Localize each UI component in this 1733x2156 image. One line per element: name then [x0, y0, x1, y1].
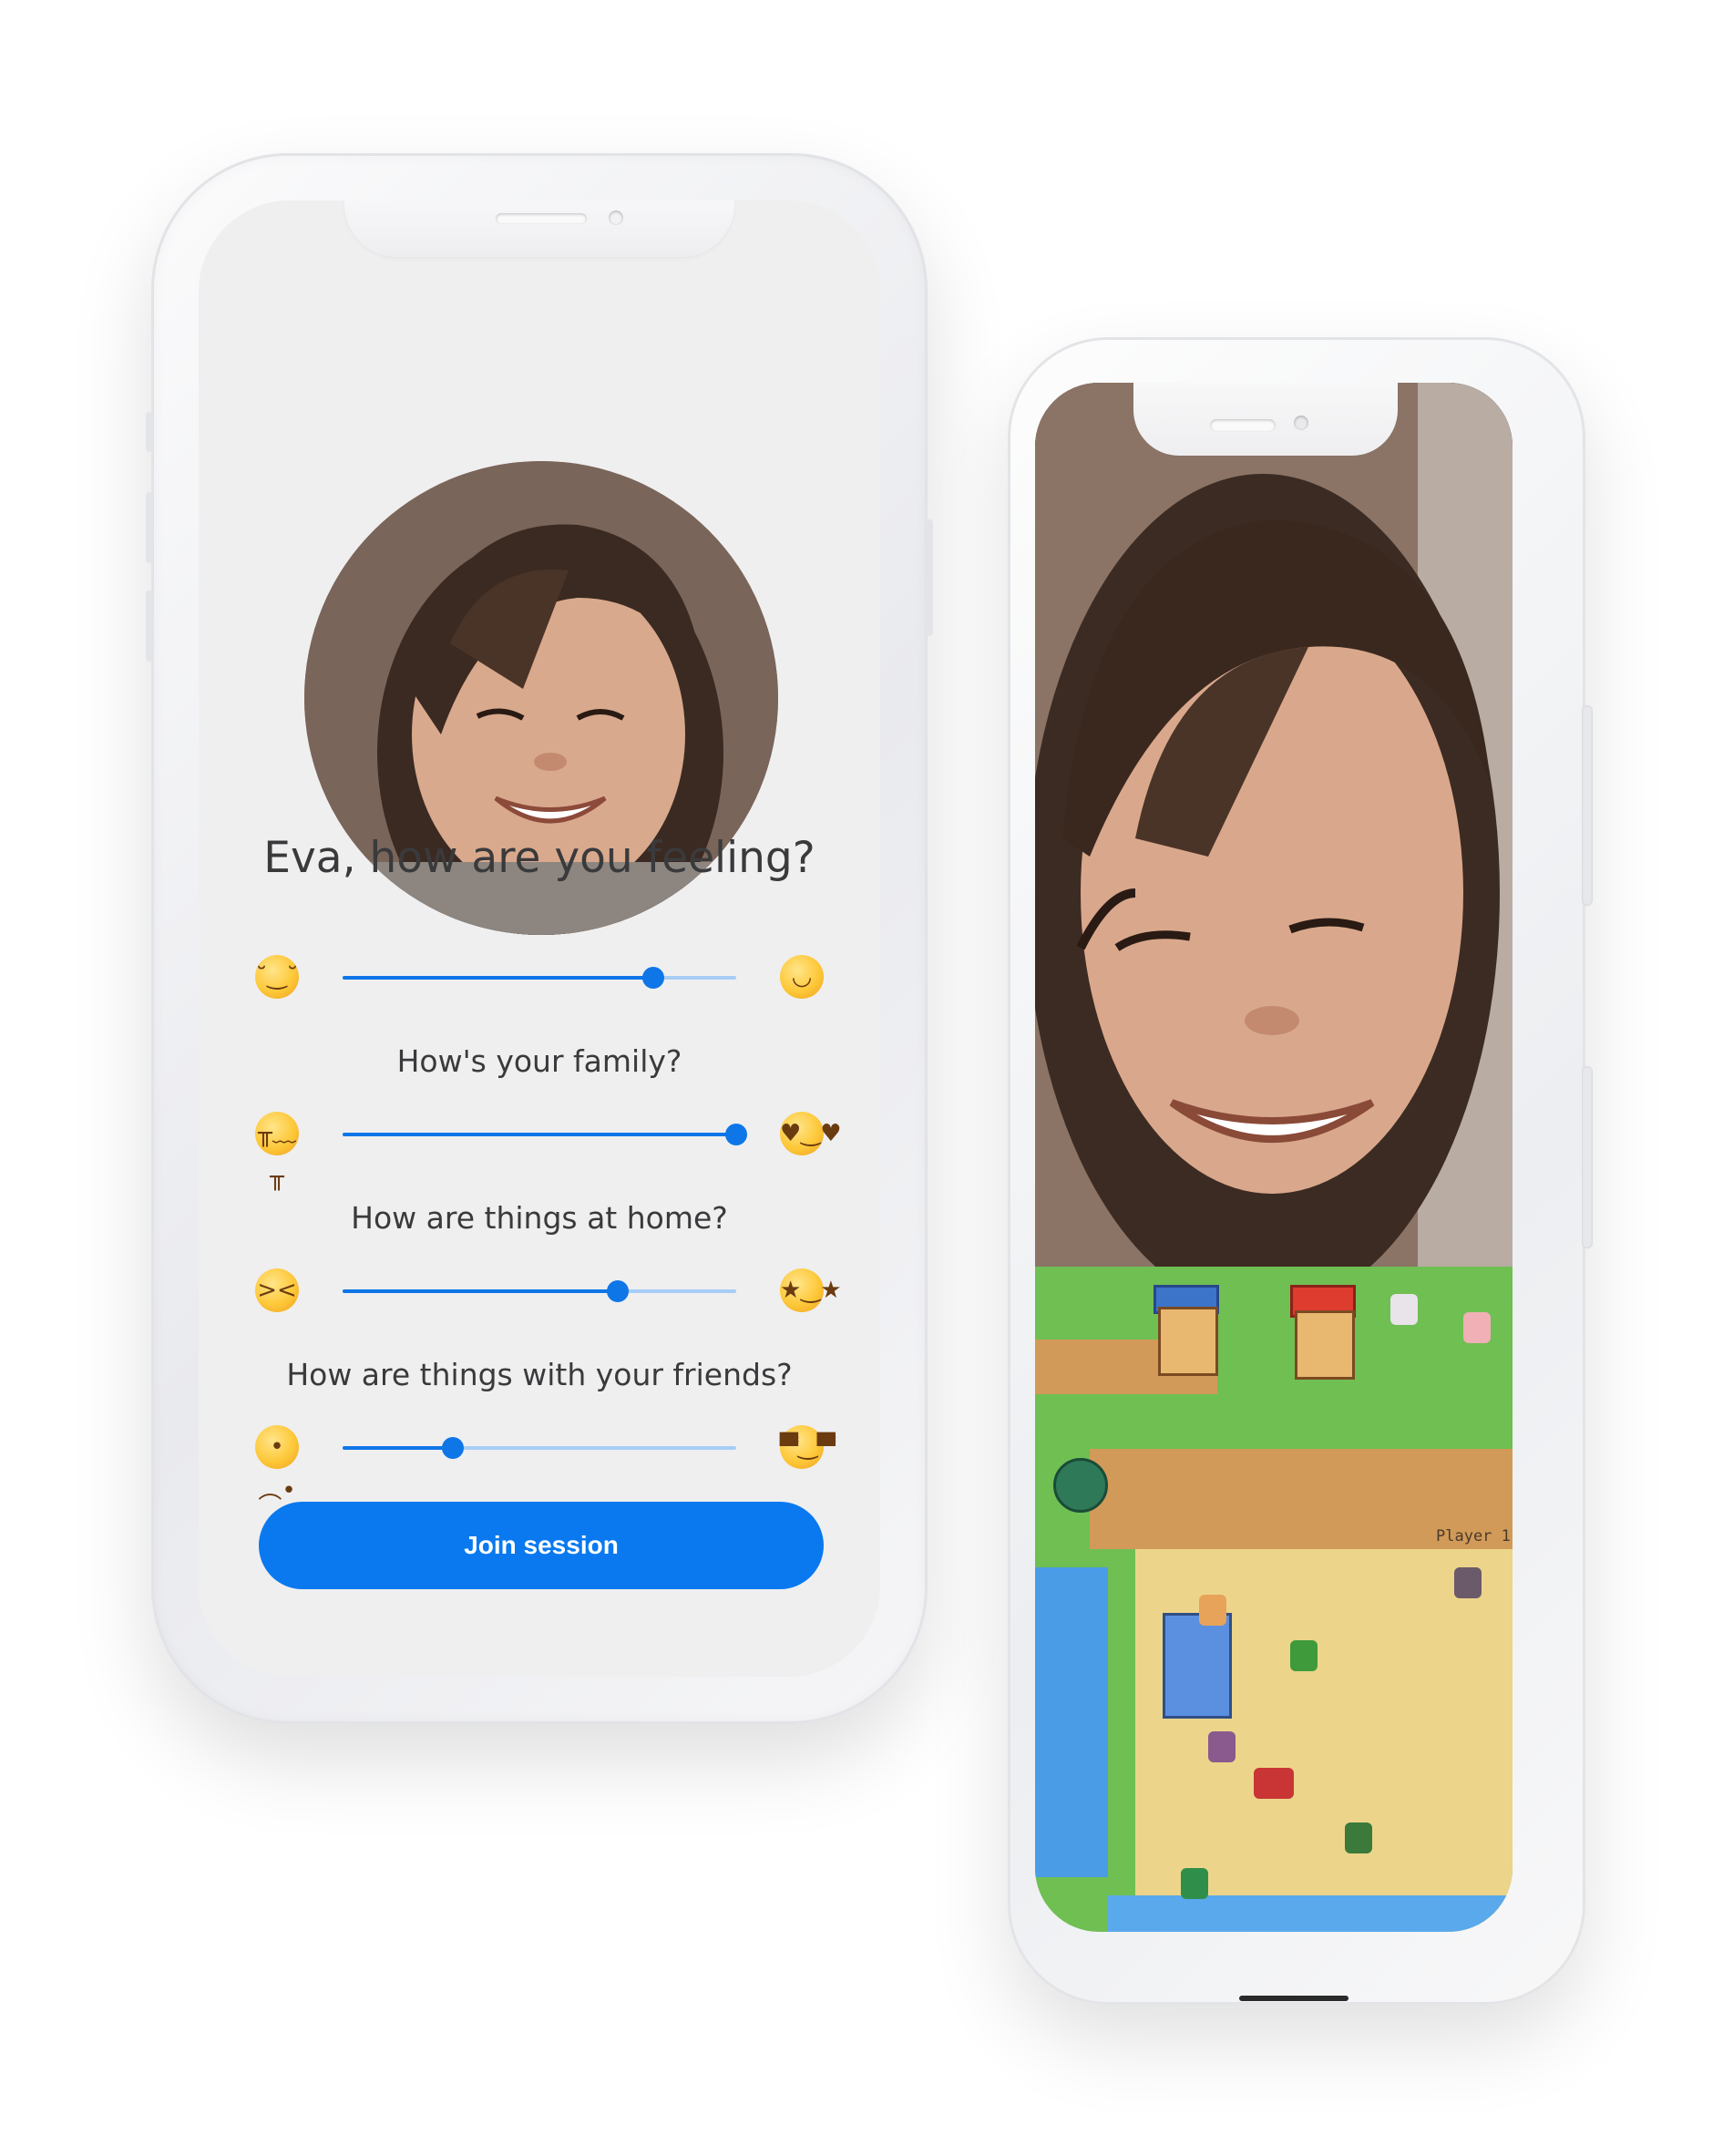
phone-right: Player 1	[1008, 337, 1593, 2005]
home-question: How are things at home?	[351, 1200, 728, 1236]
family-slider[interactable]: ╥﹏╥ ♥‿♥	[255, 1106, 842, 1191]
volume-up-button	[146, 492, 153, 563]
crying-face-icon: ╥﹏╥	[255, 1112, 299, 1191]
crab-character	[1254, 1768, 1294, 1799]
npc-character	[1199, 1595, 1226, 1626]
side-button	[1582, 1066, 1593, 1248]
frog-character	[1290, 1640, 1318, 1671]
pleading-face-icon: •︵•	[255, 1425, 299, 1504]
join-session-button[interactable]: Join session	[259, 1502, 824, 1589]
notch	[1133, 383, 1398, 456]
heart-eyes-face-icon: ♥‿♥	[780, 1112, 842, 1155]
turtle-character	[1345, 1822, 1372, 1853]
sea	[1108, 1895, 1513, 1932]
slider-fill	[343, 1446, 453, 1450]
notch	[344, 200, 734, 257]
power-button	[1582, 705, 1593, 906]
friends-slider[interactable]: •︵• ▀̿‿▀̿	[255, 1420, 836, 1504]
slider-fill	[343, 1133, 736, 1136]
pixel-game-view[interactable]: Player 1	[1035, 1267, 1513, 1932]
tired-face-icon: ><	[255, 1268, 299, 1312]
video-call-feed	[1035, 383, 1513, 1312]
slider-thumb[interactable]	[725, 1124, 747, 1145]
slider-track[interactable]	[343, 1437, 736, 1459]
pig-character	[1463, 1312, 1491, 1343]
family-question: How's your family?	[396, 1043, 682, 1079]
volume-down-button	[146, 590, 153, 662]
home-indicator	[1239, 1996, 1348, 2001]
speaker-grille	[1210, 419, 1276, 432]
slider-thumb[interactable]	[642, 967, 665, 989]
player-character[interactable]	[1454, 1567, 1482, 1598]
barn	[1295, 1310, 1355, 1380]
slider-thumb[interactable]	[441, 1437, 464, 1459]
front-camera	[609, 210, 623, 225]
feeling-slider[interactable]: ˘‿˘ ◡	[255, 950, 824, 1004]
friends-question: How are things with your friends?	[286, 1357, 793, 1392]
feeling-title: Eva, how are you feeling?	[263, 833, 815, 883]
cow-character	[1390, 1294, 1418, 1325]
slider-track[interactable]	[343, 967, 736, 989]
ping-pong-table	[1163, 1613, 1232, 1719]
slider-fill	[343, 976, 654, 980]
npc-character	[1208, 1731, 1236, 1762]
slider-track[interactable]	[343, 1124, 747, 1145]
tree	[1053, 1458, 1108, 1513]
house	[1158, 1307, 1218, 1376]
power-button	[926, 519, 933, 636]
mute-switch	[146, 412, 153, 452]
sunglasses-face-icon: ▀̿‿▀̿	[780, 1425, 836, 1469]
front-camera	[1294, 416, 1308, 430]
pensive-face-icon: ˘‿˘	[255, 955, 299, 999]
slider-fill	[343, 1289, 619, 1293]
star-struck-face-icon: ★‿★	[780, 1268, 842, 1312]
child-video-portrait	[1035, 383, 1513, 1312]
speaker-grille	[496, 213, 587, 224]
home-slider[interactable]: >< ★‿★	[255, 1263, 842, 1318]
dino-character	[1181, 1868, 1208, 1899]
river	[1035, 1567, 1108, 1877]
feelings-screen: Eva, how are you feeling? ˘‿˘ ◡ How's yo…	[199, 200, 880, 1677]
grinning-face-icon: ◡	[780, 955, 824, 999]
slider-thumb[interactable]	[607, 1280, 630, 1302]
slider-track[interactable]	[343, 1280, 736, 1302]
session-screen: Player 1	[1035, 383, 1513, 1932]
player-label: Player 1	[1436, 1527, 1511, 1545]
phone-left: Eva, how are you feeling? ˘‿˘ ◡ How's yo…	[146, 153, 933, 1724]
